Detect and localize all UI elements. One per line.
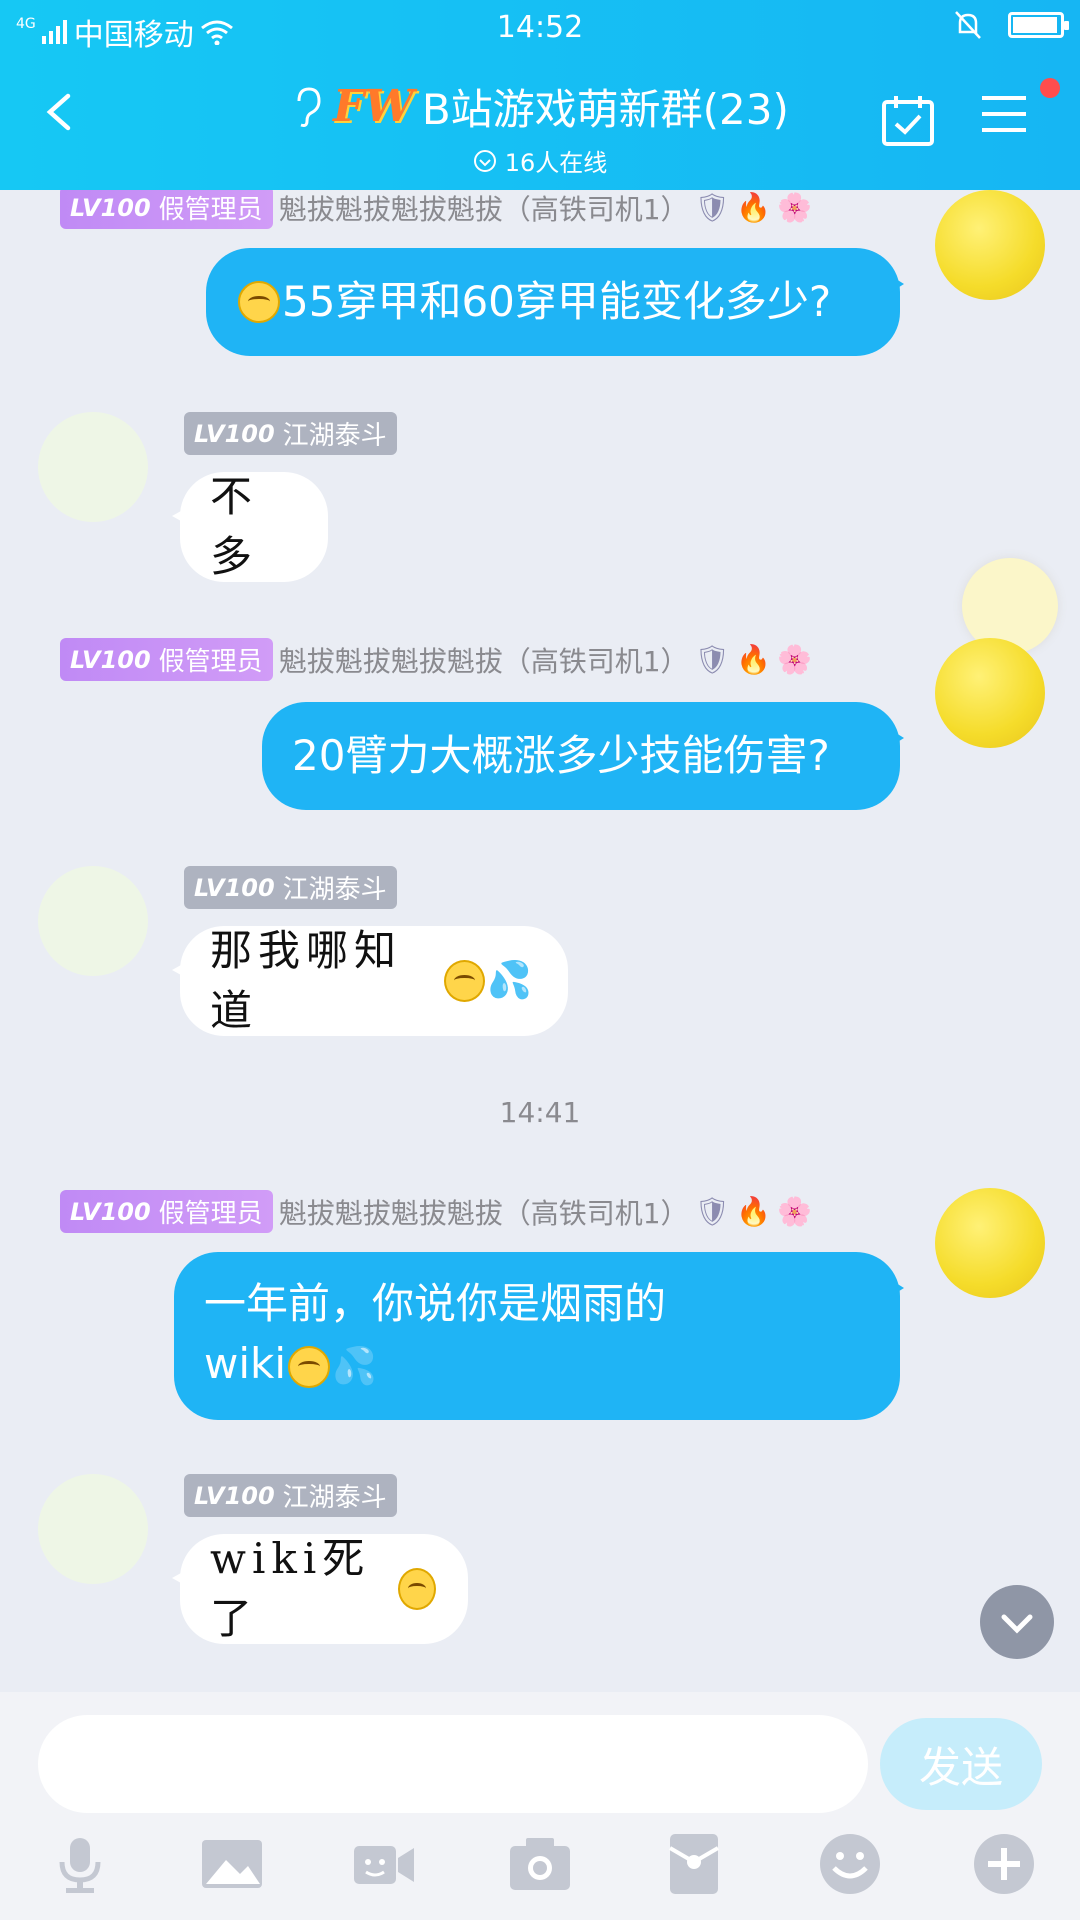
time-divider: 14:41 bbox=[499, 1096, 581, 1129]
level-badge: LV100 假管理员 bbox=[60, 190, 273, 229]
role-title: 假管理员 bbox=[158, 195, 263, 225]
avatar[interactable] bbox=[38, 412, 148, 522]
level-label: LV100 bbox=[194, 1481, 275, 1510]
avatar[interactable] bbox=[935, 190, 1045, 300]
online-count: 16人在线 bbox=[504, 149, 608, 177]
avatar[interactable] bbox=[38, 866, 148, 976]
red-packet-icon[interactable] bbox=[662, 1832, 726, 1896]
avatar[interactable] bbox=[935, 638, 1045, 748]
message-text: 那我哪知道 bbox=[210, 926, 403, 1035]
battery-icon bbox=[1008, 12, 1069, 38]
sweat-drops-icon: 💦 bbox=[487, 960, 538, 1001]
microphone-icon[interactable] bbox=[48, 1832, 112, 1896]
level-badge: LV100 假管理员 bbox=[60, 1190, 273, 1233]
message-bubble[interactable]: 一年前，你说你是烟雨的 wiki 💦 bbox=[174, 1252, 904, 1420]
level-label: LV100 bbox=[194, 873, 275, 902]
fire-icon: 🔥 bbox=[736, 191, 771, 224]
level-label: LV100 bbox=[194, 419, 275, 448]
sender-name: 江湖泰斗 bbox=[282, 421, 387, 451]
message-bubble[interactable]: 55穿甲和60穿甲能变化多少? bbox=[206, 248, 904, 356]
smirk-emoji-icon bbox=[444, 960, 486, 1002]
message-text: 不多 bbox=[210, 472, 259, 581]
sender-tagline: LV100 假管理员 魁拔魁拔魁拔魁拔（高铁司机1） 🛡 🔥 🌸 bbox=[60, 1190, 812, 1233]
level-badge: LV100 江湖泰斗 bbox=[184, 412, 397, 455]
chat-title: FW B站游戏萌新群(23) bbox=[291, 76, 789, 137]
group-name: B站游戏萌新群(23) bbox=[421, 85, 789, 134]
plus-icon[interactable] bbox=[972, 1832, 1036, 1896]
status-time: 14:52 bbox=[496, 10, 584, 45]
level-label: LV100 bbox=[70, 193, 151, 222]
smirk-emoji-icon bbox=[288, 1345, 331, 1388]
fire-icon: 🔥 bbox=[736, 1195, 771, 1228]
message-text: 20臂力大概涨多少技能伤害? bbox=[292, 731, 830, 780]
camera-icon[interactable] bbox=[508, 1832, 572, 1896]
vip-shield-icon: 🛡 bbox=[694, 643, 731, 676]
role-title: 假管理员 bbox=[158, 1199, 263, 1229]
message-bubble[interactable]: 那我哪知道 💦 bbox=[172, 926, 568, 1036]
message-bubble[interactable]: 不多 bbox=[172, 472, 328, 582]
message-bubble[interactable]: 20臂力大概涨多少技能伤害? bbox=[262, 702, 904, 810]
message-text-line: 一年前，你说你是烟雨的 bbox=[204, 1279, 667, 1328]
sender-name: 魁拔魁拔魁拔魁拔（高铁司机1） bbox=[278, 644, 689, 678]
status-right bbox=[954, 10, 1069, 40]
app-header: 4G 中国移动 14:52 FW B站游戏萌新群(23) 16人在线 bbox=[0, 0, 1080, 190]
calendar-check-icon[interactable] bbox=[880, 92, 936, 148]
smirk-emoji-icon bbox=[398, 1568, 436, 1610]
sender-name: 江湖泰斗 bbox=[282, 875, 387, 905]
chevron-down-icon bbox=[1001, 1614, 1033, 1634]
send-button[interactable]: 发送 bbox=[880, 1718, 1042, 1810]
toolbar bbox=[0, 1832, 1080, 1912]
level-badge: LV100 江湖泰斗 bbox=[184, 1474, 397, 1517]
level-badge: LV100 假管理员 bbox=[60, 638, 273, 681]
group-logo-text: FW bbox=[333, 81, 414, 132]
sender-name: 魁拔魁拔魁拔魁拔（高铁司机1） bbox=[278, 1196, 689, 1230]
message-text: wiki bbox=[204, 1339, 287, 1388]
message-text: 55穿甲和60穿甲能变化多少? bbox=[282, 277, 832, 326]
notification-dot bbox=[1040, 78, 1060, 98]
sender-name: 江湖泰斗 bbox=[282, 1483, 387, 1513]
vip-shield-icon: 🛡 bbox=[694, 1195, 731, 1228]
sender-tagline: LV100 江湖泰斗 bbox=[184, 412, 397, 455]
scroll-to-bottom-button[interactable] bbox=[980, 1585, 1054, 1659]
sender-name: 魁拔魁拔魁拔魁拔（高铁司机1） bbox=[278, 192, 689, 226]
sender-tagline: LV100 假管理员 魁拔魁拔魁拔魁拔（高铁司机1） 🛡 🔥 🌸 bbox=[60, 638, 812, 681]
vip-shield-icon: 🛡 bbox=[694, 191, 731, 224]
message-input[interactable] bbox=[38, 1715, 868, 1813]
flower-icon: 🌸 bbox=[776, 1195, 812, 1228]
chat-area[interactable]: LV100 假管理员 魁拔魁拔魁拔魁拔（高铁司机1） 🛡 🔥 🌸 55穿甲和60穿… bbox=[0, 190, 1080, 1690]
sender-tagline: LV100 假管理员 魁拔魁拔魁拔魁拔（高铁司机1） 🛡 🔥 🌸 bbox=[60, 190, 812, 229]
flower-icon: 🌸 bbox=[776, 643, 812, 676]
flower-icon: 🌸 bbox=[776, 191, 812, 224]
emoji-icon[interactable] bbox=[818, 1832, 882, 1896]
avatar[interactable] bbox=[935, 1188, 1045, 1298]
fire-icon: 🔥 bbox=[736, 643, 771, 676]
message-text-line-2: wiki 💦 bbox=[204, 1334, 870, 1397]
message-bubble[interactable]: wiki死了 bbox=[172, 1534, 468, 1644]
sweat-drops-icon: 💦 bbox=[332, 1345, 377, 1387]
level-label: LV100 bbox=[70, 1197, 151, 1226]
sender-tagline: LV100 江湖泰斗 bbox=[184, 866, 397, 909]
online-status: 16人在线 bbox=[0, 143, 1080, 178]
sender-tagline: LV100 江湖泰斗 bbox=[184, 1474, 397, 1517]
status-bar: 4G 中国移动 14:52 bbox=[0, 0, 1080, 60]
smirk-emoji-icon bbox=[238, 281, 280, 323]
level-label: LV100 bbox=[70, 645, 151, 674]
online-check-icon bbox=[473, 149, 496, 172]
image-icon[interactable] bbox=[200, 1832, 264, 1896]
role-title: 假管理员 bbox=[158, 647, 263, 677]
avatar[interactable] bbox=[38, 1474, 148, 1584]
menu-icon[interactable] bbox=[980, 92, 1028, 136]
level-badge: LV100 江湖泰斗 bbox=[184, 866, 397, 909]
video-call-icon[interactable] bbox=[352, 1832, 416, 1896]
input-bar: 发送 bbox=[0, 1692, 1080, 1920]
earpiece-icon bbox=[297, 86, 321, 127]
mute-bell-icon bbox=[955, 11, 981, 39]
message-text: wiki死了 bbox=[210, 1534, 371, 1643]
